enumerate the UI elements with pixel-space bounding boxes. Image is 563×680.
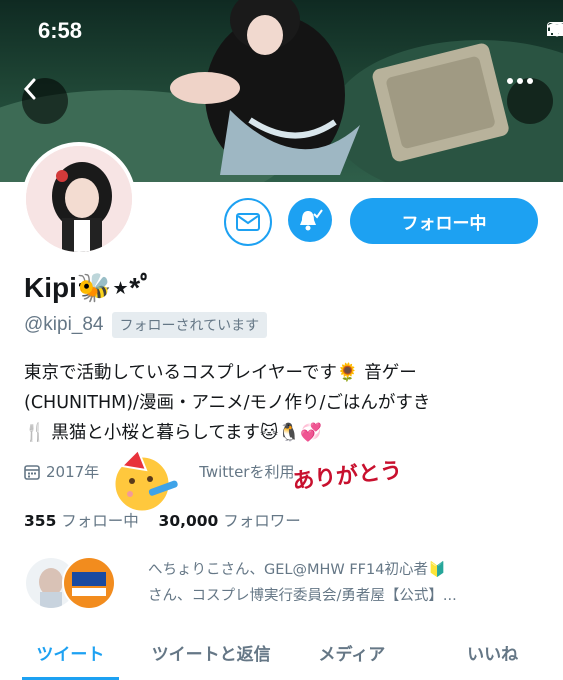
- notifications-button[interactable]: [288, 198, 332, 242]
- tab-tweets-replies[interactable]: ツイートと返信: [141, 632, 282, 680]
- user-handle: @kipi_84: [24, 314, 104, 335]
- display-name: Kipi🐝⋆*ﾟ: [24, 272, 155, 303]
- back-button[interactable]: [22, 78, 68, 124]
- following-button[interactable]: フォロー中: [350, 198, 538, 244]
- followed-by-text[interactable]: へちょりこさん、GEL@MHW FF14初心者🔰 さん、コスプレ博実行委員会/勇…: [148, 557, 543, 609]
- battery-icon: [547, 22, 563, 36]
- bio-line: (CHUNITHM)/漫画・アニメ/モノ作り/ごはんがすき: [24, 393, 431, 413]
- back-icon: [23, 78, 36, 100]
- profile-avatar[interactable]: [22, 142, 136, 256]
- following-count[interactable]: 355: [24, 512, 56, 530]
- followers-count[interactable]: 30,000: [159, 512, 219, 530]
- bell-icon: [300, 209, 323, 231]
- message-button[interactable]: [224, 198, 272, 246]
- calendar-icon: [24, 464, 40, 480]
- party-face-sticker: [112, 448, 178, 514]
- joined-rest: Twitterを利用: [199, 463, 295, 481]
- profile-bio: 東京で活動しているコスプレイヤーです🌻 音ゲー (CHUNITHM)/漫画・アニ…: [24, 358, 544, 448]
- avatar: [62, 556, 116, 610]
- more-icon: [507, 78, 533, 84]
- following-label[interactable]: フォロー中: [61, 512, 139, 530]
- handle-row: @kipi_84 フォローされています: [24, 312, 268, 338]
- tab-likes[interactable]: いいね: [422, 632, 563, 680]
- bio-line: 東京で活動しているコスプレイヤーです🌻 音ゲー: [24, 363, 417, 383]
- followed-by-line: さん、コスプレ博実行委員会/勇者屋【公式】...: [148, 588, 457, 604]
- followers-label[interactable]: フォロワー: [223, 512, 301, 530]
- avatar-photo: [26, 146, 132, 252]
- thanks-sticker: ありがとう: [291, 458, 404, 495]
- status-time: 6:58: [38, 18, 83, 43]
- follows-you-badge: フォローされています: [111, 312, 268, 338]
- profile-tabs: ツイート ツイートと返信 メディア いいね: [0, 632, 563, 680]
- followed-by-line: へちょりこさん、GEL@MHW FF14初心者🔰: [148, 562, 447, 578]
- bio-line: 🍴 黒猫と小桜と暮らしてます🐱🐧💞: [24, 423, 322, 443]
- mail-icon: [236, 213, 260, 231]
- more-button[interactable]: [507, 78, 553, 124]
- tab-tweets[interactable]: ツイート: [0, 632, 141, 680]
- tab-media[interactable]: メディア: [282, 632, 423, 680]
- follow-counts: 355 フォロー中 30,000 フォロワー: [24, 509, 301, 531]
- joined-year: 2017年: [46, 463, 100, 481]
